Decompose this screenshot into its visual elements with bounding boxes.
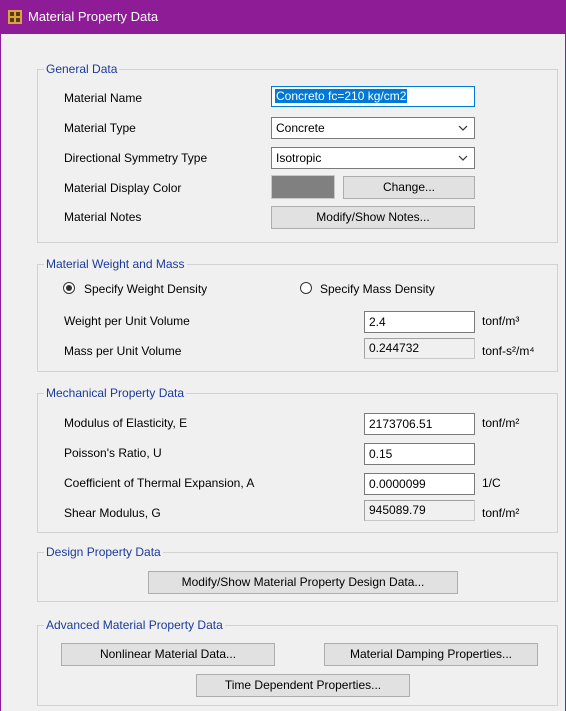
mass-field: 0.244732 — [364, 338, 475, 359]
mass-label: Mass per Unit Volume — [64, 344, 182, 358]
weight-mass-legend: Material Weight and Mass — [46, 257, 185, 271]
app-icon — [8, 10, 22, 24]
poisson-label: Poisson's Ratio, U — [64, 446, 162, 460]
damping-button[interactable]: Material Damping Properties... — [324, 643, 538, 666]
specify-mass-label[interactable]: Specify Mass Density — [320, 282, 435, 296]
weight-field[interactable]: 2.4 — [364, 311, 475, 333]
chevron-down-icon — [458, 155, 468, 161]
general-data-legend: General Data — [46, 62, 118, 76]
time-dependent-button[interactable]: Time Dependent Properties... — [196, 674, 410, 697]
window-border — [0, 34, 1, 711]
material-type-select[interactable]: Concrete — [271, 117, 475, 139]
modulus-field[interactable]: 2173706.51 — [364, 413, 475, 435]
material-type-value: Concrete — [276, 121, 325, 135]
shear-field: 945089.79 — [364, 500, 475, 521]
specify-mass-radio[interactable] — [300, 282, 312, 294]
chevron-down-icon — [458, 125, 468, 131]
symmetry-value: Isotropic — [276, 151, 322, 165]
shear-label: Shear Modulus, G — [64, 506, 161, 520]
material-notes-label: Material Notes — [64, 210, 142, 224]
modulus-unit: tonf/m² — [482, 416, 520, 430]
poisson-field[interactable]: 0.15 — [364, 443, 475, 465]
material-name-value: Concreto fc=210 kg/cm2 — [275, 89, 408, 103]
modify-notes-button[interactable]: Modify/Show Notes... — [271, 206, 475, 229]
weight-unit: tonf/m³ — [482, 314, 520, 328]
advanced-legend: Advanced Material Property Data — [46, 618, 223, 632]
weight-label: Weight per Unit Volume — [64, 314, 190, 328]
thermal-label: Coefficient of Thermal Expansion, A — [64, 476, 255, 490]
mass-unit: tonf-s²/m⁴ — [482, 344, 535, 358]
nonlinear-button[interactable]: Nonlinear Material Data... — [61, 643, 275, 666]
change-color-button[interactable]: Change... — [343, 176, 475, 199]
modulus-label: Modulus of Elasticity, E — [64, 416, 188, 430]
material-name-label: Material Name — [64, 91, 143, 105]
mechanical-legend: Mechanical Property Data — [46, 386, 185, 400]
material-name-field[interactable]: Concreto fc=210 kg/cm2 — [271, 86, 475, 107]
window-title: Material Property Data — [28, 9, 159, 24]
title-bar[interactable]: Material Property Data — [0, 0, 566, 34]
thermal-field[interactable]: 0.0000099 — [364, 473, 475, 495]
material-type-label: Material Type — [64, 121, 136, 135]
symmetry-label: Directional Symmetry Type — [64, 151, 208, 165]
radio-selected-dot — [66, 285, 72, 291]
thermal-unit: 1/C — [482, 476, 501, 490]
display-color-swatch[interactable] — [271, 175, 335, 199]
shear-unit: tonf/m² — [482, 506, 520, 520]
symmetry-select[interactable]: Isotropic — [271, 147, 475, 169]
specify-weight-label[interactable]: Specify Weight Density — [84, 282, 207, 296]
design-data-button[interactable]: Modify/Show Material Property Design Dat… — [148, 571, 458, 594]
display-color-label: Material Display Color — [64, 181, 182, 195]
design-legend: Design Property Data — [46, 545, 161, 559]
specify-weight-radio[interactable] — [63, 282, 75, 294]
